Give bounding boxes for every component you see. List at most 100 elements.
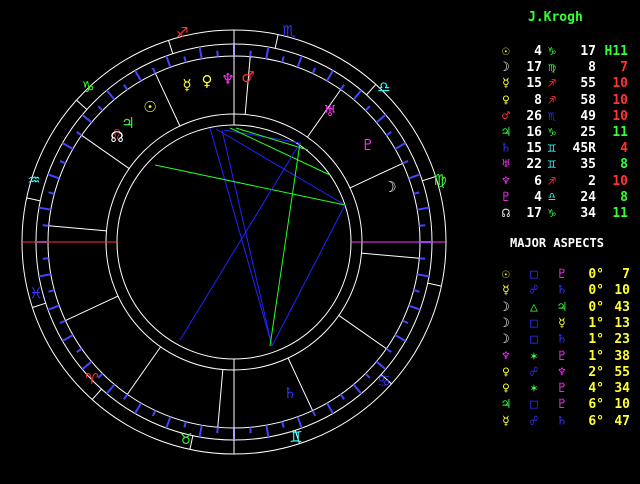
planet-glyph: ♄: [558, 283, 566, 299]
orb-degree: 1°: [588, 348, 604, 364]
house-value: 11: [612, 206, 628, 221]
zodiac-sign-glyph: ♒: [27, 171, 40, 189]
planet-glyph: ♇: [558, 381, 566, 397]
degree-tick: [352, 89, 363, 101]
planet-glyph: ☉: [502, 267, 510, 282]
sign-glyph: ♑: [548, 125, 556, 140]
aspect-glyph: □: [530, 332, 538, 348]
minute-value: 2: [588, 173, 596, 189]
orb-minute: 7: [622, 267, 630, 282]
degree-tick: [151, 67, 157, 74]
aspect-line: [229, 127, 331, 176]
house-value: 7: [620, 60, 628, 76]
aspect-glyph: □: [530, 397, 538, 413]
planet-glyph: ♀: [502, 92, 510, 108]
aspect-glyph: ✶: [530, 381, 538, 397]
degree-tick: [38, 206, 51, 211]
degree-tick: [105, 383, 116, 395]
zodiac-sign-glyph: ♋: [377, 372, 390, 390]
planet-glyph: ♅: [323, 102, 336, 120]
sign-glyph: ♎: [548, 189, 556, 205]
orb-minute: 55: [614, 364, 630, 380]
planet-glyph: ♀: [502, 381, 510, 397]
zodiac-sign-glyphs: ♐ ♏♑ ♎♒ ♍♓♌♈ ♋♉ ♊: [27, 22, 446, 448]
planet-glyph: ♇: [361, 136, 374, 154]
planet-glyph: ♆: [502, 173, 510, 189]
planet-glyph: ☿: [558, 315, 566, 331]
planet-glyph: ☿: [182, 76, 191, 94]
degree-tick: [134, 402, 142, 414]
degree-tick: [38, 273, 51, 278]
degree-tick: [76, 347, 83, 353]
degree-tick: [216, 427, 219, 434]
orb-degree: 0°: [588, 267, 604, 282]
planet-glyph: ☉: [143, 98, 156, 116]
degree-tick: [364, 105, 371, 112]
degree-tick: [81, 113, 93, 124]
degree-value: 4: [534, 189, 542, 205]
degree-tick: [402, 159, 409, 165]
degree-tick: [394, 142, 406, 150]
minute-value: 25: [580, 125, 596, 140]
aspect-line: [209, 127, 273, 347]
degree-tick: [216, 50, 219, 57]
degree-tick: [311, 67, 317, 74]
degree-tick: [281, 56, 285, 63]
zodiac-sign-glyph: ♑: [81, 78, 94, 96]
planet-glyph: ♇: [558, 267, 566, 282]
orb-minute: 47: [614, 413, 630, 429]
sign-divider: [168, 40, 174, 54]
aspect-line: [271, 204, 346, 347]
house-cusp-line: [361, 252, 420, 259]
orb-minute: 23: [614, 332, 630, 348]
orb-degree: 4°: [588, 381, 604, 397]
house-cusp-line: [217, 369, 224, 428]
zodiac-sign-glyph: ♓: [29, 284, 42, 302]
planet-glyph: ♅: [502, 157, 510, 173]
orb-minute: 13: [614, 315, 630, 331]
house-cusp-line: [48, 225, 107, 232]
degree-tick: [165, 416, 172, 429]
house-value: 8: [620, 157, 628, 173]
aspect-line: [179, 142, 301, 341]
degree-tick: [47, 173, 60, 180]
degree-tick: [183, 421, 187, 428]
orb-minute: 34: [614, 381, 630, 397]
degree-tick: [81, 360, 93, 371]
degree-tick: [326, 402, 334, 414]
degree-tick: [105, 89, 116, 101]
aspect-glyph: □: [530, 315, 538, 331]
degree-tick: [198, 425, 203, 438]
aspect-glyph: ☍: [530, 413, 538, 429]
zodiac-sign-glyph: ♊: [289, 428, 302, 446]
planet-glyph: ♂: [241, 68, 254, 86]
orb-minute: 10: [614, 283, 630, 299]
planet-glyph: ☽: [502, 299, 510, 315]
degree-tick: [311, 410, 317, 417]
planet-glyph: ☉: [502, 44, 510, 59]
degree-tick: [48, 289, 55, 293]
minute-value: 49: [580, 108, 596, 124]
degree-value: 15: [526, 76, 542, 92]
degree-tick: [339, 393, 345, 400]
sign-divider: [274, 34, 279, 49]
degree-tick: [165, 55, 172, 68]
degree-tick: [413, 191, 420, 195]
house-value: 4: [620, 141, 628, 157]
degree-tick: [48, 191, 55, 195]
planet-glyph: ♄: [558, 413, 566, 429]
degree-tick: [123, 393, 129, 400]
planet-glyph: ♀: [502, 364, 510, 380]
side-panel: J.Krogh ☉ 4 ♑ 17 H11 ☽ 17 ♍ 8 7 ☿ 15 ♐ 55 10 ♀ 8 ♐ 58 10 ♂ 26…: [470, 0, 640, 480]
orb-degree: 1°: [588, 315, 604, 331]
degree-tick: [402, 319, 409, 325]
planet-glyph: ♄: [558, 332, 566, 348]
planet-glyph: ♆: [558, 364, 566, 380]
aspect-glyph: □: [530, 267, 538, 282]
sign-glyph: ♊: [548, 157, 556, 173]
degree-value: 22: [526, 157, 542, 173]
degree-tick: [59, 319, 66, 325]
sign-glyph: ♐: [548, 173, 556, 189]
planet-glyph: ♀: [202, 72, 213, 90]
planet-glyph: ♇: [558, 397, 566, 413]
